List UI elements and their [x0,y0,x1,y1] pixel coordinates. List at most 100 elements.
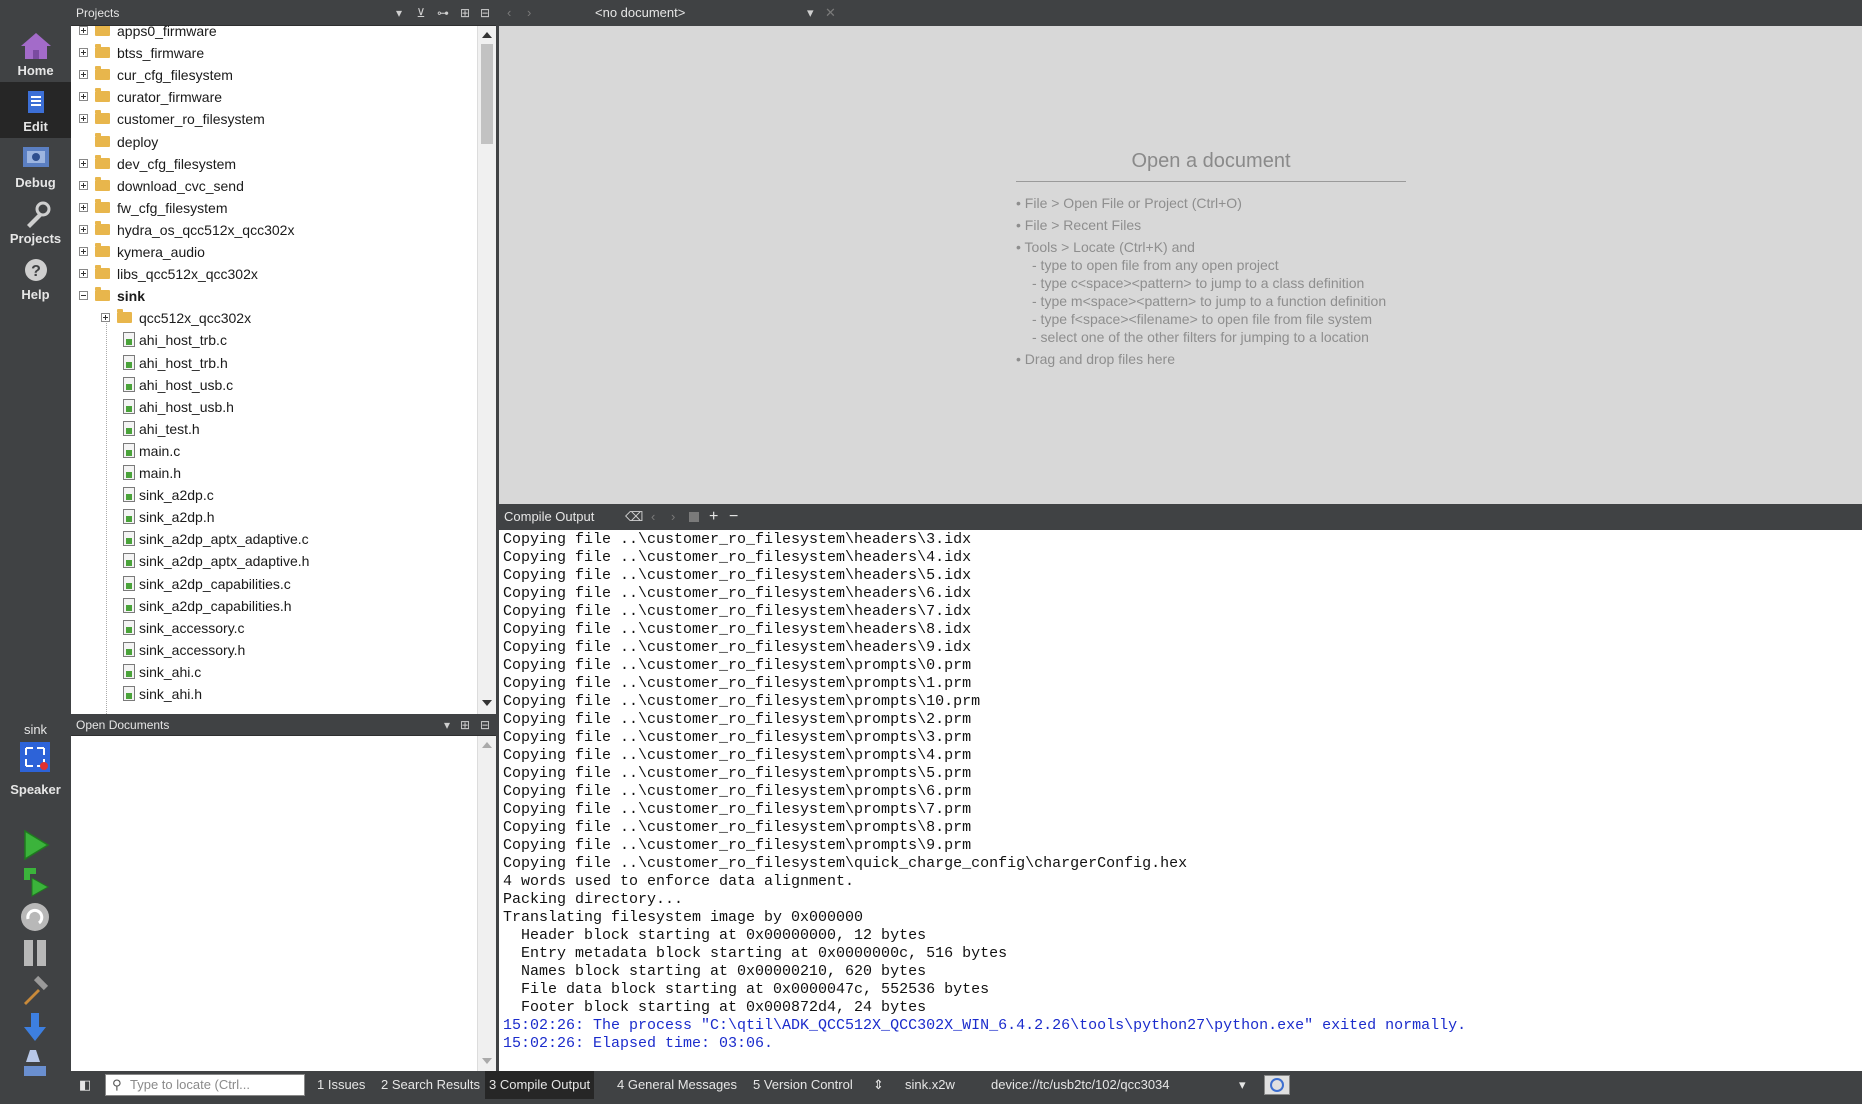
mode-help[interactable]: ? Help [0,250,71,306]
hammer-icon[interactable] [18,974,52,1008]
pause-icon[interactable] [18,936,52,970]
mode-debug[interactable]: Debug [0,138,71,194]
tree-folder-item[interactable]: sink [71,285,477,307]
expand-icon[interactable] [79,158,88,168]
projects-scroll-thumb[interactable] [481,44,493,144]
expand-icon[interactable] [79,26,88,35]
open-documents-dropdown-icon[interactable]: ▾ [437,714,457,736]
nav-back-icon[interactable]: ‹ [507,0,511,26]
tree-folder-item[interactable]: customer_ro_filesystem [71,108,477,130]
tree-file-item[interactable]: main.h [71,462,477,484]
expand-icon[interactable] [79,202,88,212]
tree-file-item[interactable]: sink_ahi.c [71,661,477,683]
view-dropdown-icon[interactable]: ▾ [389,0,409,26]
tree-file-item[interactable]: sink_a2dp_capabilities.h [71,595,477,617]
build-and-run-icon[interactable] [18,864,52,898]
tree-file-item[interactable]: sink_a2dp.h [71,506,477,528]
tree-file-item[interactable]: sink_accessory.c [71,617,477,639]
tree-file-item[interactable]: ahi_test.h [71,418,477,440]
expand-icon[interactable] [79,224,88,234]
document-selector[interactable]: <no document> [595,0,685,26]
project-file[interactable]: sink.x2w [905,1071,955,1099]
tree-folder-item[interactable]: qcc512x_qcc302x [71,307,477,329]
tree-file-item[interactable]: sink_a2dp.c [71,484,477,506]
mode-projects[interactable]: Projects [0,194,71,250]
hint-line: - type f<space><filename> to open file f… [1032,311,1373,327]
tree-file-item[interactable]: sink_accessory.h [71,639,477,661]
run-icon[interactable] [18,828,52,862]
tree-file-item[interactable]: ahi_host_usb.h [71,396,477,418]
mode-home[interactable]: Home [0,26,71,82]
close-pane-icon[interactable]: ⊟ [475,0,495,26]
more-tabs-icon[interactable]: ⇕ [873,1071,884,1099]
tree-file-item[interactable]: sink_a2dp_capabilities.c [71,573,477,595]
tree-file-item[interactable]: sink_a2dp_aptx_adaptive.c [71,528,477,550]
tree-folder-item[interactable]: fw_cfg_filesystem [71,197,477,219]
tree-folder-item[interactable]: libs_qcc512x_qcc302x [71,263,477,285]
link-icon[interactable]: ⊶ [433,0,453,26]
tab-general-messages[interactable]: 4 General Messages [617,1071,737,1099]
tree-folder-item[interactable]: kymera_audio [71,241,477,263]
collapse-icon[interactable] [79,291,88,301]
tree-file-item[interactable]: sink_a2dp_aptx_adaptive.h [71,550,477,572]
tree-file-item[interactable]: main.c [71,440,477,462]
projects-scrollbar[interactable] [477,26,496,714]
stop-icon[interactable] [689,512,699,522]
expand-icon[interactable] [79,92,88,102]
split-icon[interactable]: ⊞ [455,0,475,26]
scroll-down-icon[interactable] [482,700,492,706]
locator-input[interactable]: ⚲ Type to locate (Ctrl... [105,1074,305,1096]
tree-file-item[interactable]: ahi_host_usb.c [71,374,477,396]
kit-selector[interactable]: sink Speaker [0,722,71,797]
expand-icon[interactable] [79,48,88,58]
expand-icon[interactable] [101,313,110,323]
tree-file-item[interactable]: ahi_host_trb.c [71,329,477,351]
close-document-icon[interactable]: ✕ [825,0,836,26]
expand-icon[interactable] [79,70,88,80]
tree-folder-item[interactable]: cur_cfg_filesystem [71,64,477,86]
expand-icon[interactable] [79,180,88,190]
close-pane-icon[interactable]: ⊟ [475,714,495,736]
open-documents-scrollbar[interactable] [477,736,496,1071]
mode-label: Edit [23,119,48,134]
download-arrow-icon[interactable] [18,1010,52,1044]
zoom-out-icon[interactable]: − [729,504,738,530]
device-selector[interactable]: device://tc/usb2tc/102/qcc3034 [991,1071,1170,1099]
tree-folder-item[interactable]: btss_firmware [71,42,477,64]
mode-edit[interactable]: Edit [0,82,71,138]
tree-folder-item[interactable]: dev_cfg_filesystem [71,153,477,175]
next-item-icon[interactable]: › [671,504,675,530]
document-dropdown-icon[interactable]: ▾ [807,0,814,26]
tab-compile-output[interactable]: 3 Compile Output [485,1071,595,1099]
zoom-in-icon[interactable]: + [709,504,718,530]
deploy-icon[interactable] [18,1046,52,1080]
split-icon[interactable]: ⊞ [455,714,475,736]
tree-file-item[interactable]: ahi_host_trb.h [71,352,477,374]
expand-icon[interactable] [79,114,88,124]
previous-item-icon[interactable]: ‹ [651,504,655,530]
expand-icon[interactable] [79,247,88,256]
tab-search-results[interactable]: 2 Search Results [381,1071,480,1099]
device-dropdown-icon[interactable]: ▾ [1239,1071,1246,1099]
tree-folder-item[interactable]: deploy [71,131,477,153]
tree-folder-item[interactable]: download_cvc_send [71,175,477,197]
scroll-up-icon[interactable] [482,32,492,38]
folder-icon [95,220,110,235]
tree-folder-item[interactable]: apps0_firmware [71,26,477,42]
refresh-icon [1270,1078,1284,1092]
tree-folder-item[interactable]: curator_firmware [71,86,477,108]
tree-folder-item[interactable]: hydra_os_qcc512x_qcc302x [71,219,477,241]
nav-forward-icon[interactable]: › [527,0,531,26]
scroll-down-icon[interactable] [482,1058,492,1064]
toggle-sidebar-icon[interactable]: ◧ [79,1071,91,1099]
scroll-up-icon[interactable] [482,742,492,748]
restart-icon[interactable] [18,900,52,934]
tab-issues[interactable]: 1 Issues [317,1071,365,1099]
expand-icon[interactable] [79,269,88,279]
refresh-device-icon[interactable] [1264,1075,1290,1095]
filter-icon[interactable]: ⊻ [411,0,431,26]
tree-file-item[interactable]: sink_ahi.h [71,683,477,705]
clean-output-icon[interactable]: ⌫ [625,504,643,530]
output-status-line: 15:02:26: Elapsed time: 03:06. [503,1035,774,1052]
tab-version-control[interactable]: 5 Version Control [753,1071,853,1099]
